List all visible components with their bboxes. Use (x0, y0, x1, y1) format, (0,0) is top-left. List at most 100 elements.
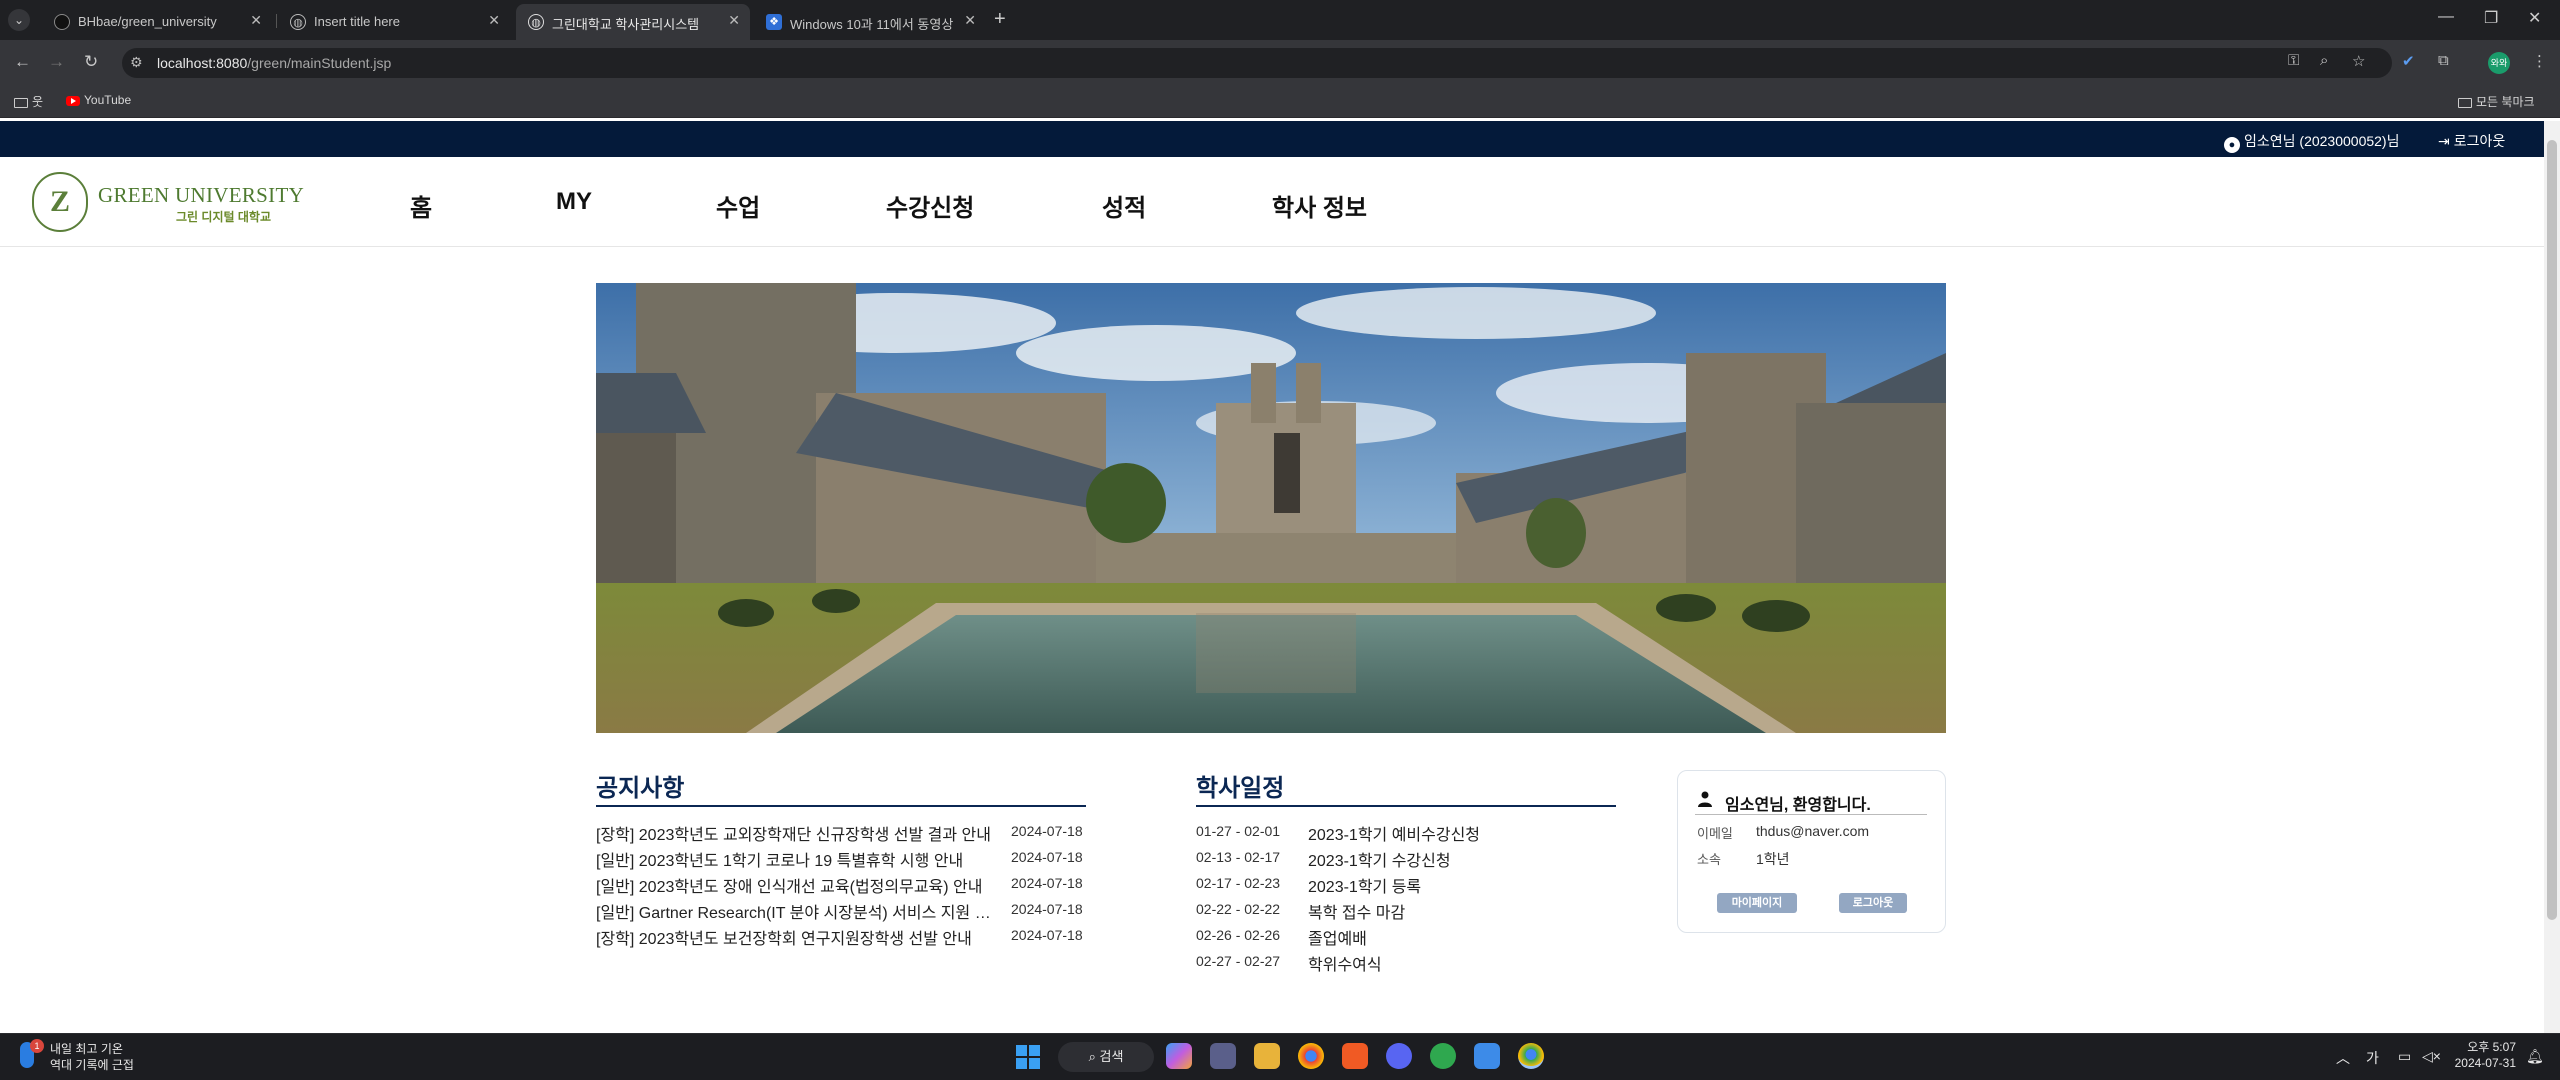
tab-title: Insert title here (314, 14, 400, 29)
department-label: 소속 (1697, 852, 1721, 867)
url-host: localhost:8080 (157, 55, 248, 71)
schedule-date-range: 02-17 - 02-23 (1196, 875, 1281, 891)
nav-home[interactable]: 홈 (410, 188, 432, 223)
notice-date: 2024-07-18 (1011, 849, 1083, 865)
bookmarks-bar (0, 84, 2560, 118)
windows-start-icon[interactable] (1016, 1045, 1040, 1069)
ime-indicator[interactable]: 가 (2366, 1048, 2379, 1068)
mypage-button[interactable]: 마이페이지 (1717, 893, 1797, 913)
logout-link[interactable]: ⇥ 로그아웃 (2438, 131, 2505, 151)
schedule-event: 2023-1학기 등록 (1308, 879, 1422, 896)
user-greeting: ● 임소연님 (2023000052)님 (2224, 131, 2399, 153)
chrome-active-icon[interactable] (1518, 1043, 1544, 1069)
nav-registration[interactable]: 수강신청 (886, 188, 974, 223)
extension-check-icon[interactable]: ✔ (2402, 52, 2415, 70)
reload-icon[interactable]: ↻ (84, 52, 98, 72)
taskbar-search[interactable]: ⌕ 검색 (1058, 1042, 1154, 1072)
all-bookmarks[interactable]: 모든 북마크 (2458, 93, 2535, 110)
notice-title[interactable]: [일반] Gartner Research(IT 분야 시장분석) 서비스 지원… (596, 899, 996, 923)
address-bar[interactable] (122, 48, 2392, 78)
browser-menu-icon[interactable]: ⋮ (2532, 52, 2547, 70)
notice-title[interactable]: [장학] 2023학년도 교외장학재단 신규장학생 선발 결과 안내 (596, 821, 996, 845)
notice-date: 2024-07-18 (1011, 901, 1083, 917)
restore-icon[interactable]: ❐ (2484, 8, 2498, 28)
password-key-icon[interactable]: ⚿ (2288, 52, 2299, 69)
bookmark-label: 웃 (32, 95, 44, 109)
back-icon[interactable]: ← (14, 52, 31, 72)
search-icon: ⌕ (1088, 1049, 1100, 1064)
person-icon (1698, 791, 1712, 807)
file-explorer-icon[interactable] (1254, 1043, 1280, 1069)
copilot-icon[interactable] (1166, 1043, 1192, 1069)
weather-line-2[interactable]: 역대 기록에 근접 (50, 1056, 134, 1073)
close-tab-icon[interactable]: ✕ (250, 12, 262, 29)
minimize-icon[interactable]: — (2438, 8, 2454, 26)
discord-icon[interactable] (1386, 1043, 1412, 1069)
notice-date: 2024-07-18 (1011, 927, 1083, 943)
schedule-date-range: 02-13 - 02-17 (1196, 849, 1281, 865)
university-logo-subtitle: 그린 디지털 대학교 (176, 210, 271, 224)
close-window-icon[interactable]: ✕ (2528, 8, 2541, 28)
app-icon[interactable] (1210, 1043, 1236, 1069)
brave-icon[interactable] (1342, 1043, 1368, 1069)
schedule-event: 복학 접수 마감 (1308, 905, 1406, 922)
nav-academic-info[interactable]: 학사 정보 (1272, 188, 1367, 223)
schedule-date-range: 01-27 - 02-01 (1196, 823, 1281, 839)
schedule-date-range: 02-26 - 02-26 (1196, 927, 1281, 943)
volume-muted-icon[interactable]: ◁× (2422, 1048, 2441, 1065)
tab-search-button[interactable]: ⌄ (8, 9, 30, 31)
all-bookmarks-label: 모든 북마크 (2476, 95, 2535, 109)
new-tab-icon[interactable]: + (994, 8, 1006, 31)
nav-my[interactable]: MY (556, 188, 592, 216)
scrollbar-thumb[interactable] (2547, 140, 2557, 920)
tab-green-university-system[interactable]: ◍ 그린대학교 학사관리시스템 ✕ (516, 4, 750, 40)
spring-tool-icon[interactable] (1430, 1043, 1456, 1069)
bookmark-youtube[interactable]: YouTube (66, 93, 131, 107)
taskbar-search-label: 검색 (1099, 1049, 1124, 1064)
weather-badge: 1 (30, 1039, 44, 1053)
notice-title[interactable]: [일반] 2023학년도 1학기 코로나 19 특별휴학 시행 안내 (596, 847, 996, 871)
close-tab-icon[interactable]: ✕ (488, 12, 500, 29)
bookmark-folder[interactable]: 웃 (14, 93, 43, 110)
notice-date: 2024-07-18 (1011, 875, 1083, 891)
notice-title[interactable]: [장학] 2023학년도 보건장학회 연구지원장학생 선발 안내 (596, 925, 996, 949)
notices-title[interactable]: 공지사항 (596, 768, 684, 803)
profile-logout-button[interactable]: 로그아웃 (1839, 893, 1907, 913)
user-greeting-text: 임소연님 (2023000052)님 (2244, 133, 2400, 149)
zoom-icon[interactable]: ⌕ (2320, 52, 2328, 69)
schedule-date-range: 02-22 - 02-22 (1196, 901, 1281, 917)
tray-overflow-chevron-icon[interactable]: ︿ (2336, 1048, 2350, 1068)
schedule-event: 학위수여식 (1308, 957, 1382, 974)
tab-insert-title-here[interactable]: ◍ Insert title here ✕ (278, 4, 510, 40)
schedule-title[interactable]: 학사일정 (1196, 768, 1284, 803)
email-label: 이메일 (1697, 826, 1733, 841)
notification-bell-icon[interactable]: 🔔︎ (2526, 1048, 2544, 1065)
site-info-icon[interactable]: ⚙ (130, 54, 143, 71)
extensions-puzzle-icon[interactable]: ⧉ (2438, 52, 2449, 69)
tab-windows-video[interactable]: ❖ Windows 10과 11에서 동영상 ✕ (754, 4, 986, 40)
tab-bhbae-green-university[interactable]: BHbae/green_university ✕ (42, 4, 272, 40)
windows-taskbar (0, 1033, 2560, 1080)
tab-title: 그린대학교 학사관리시스템 (552, 17, 700, 32)
schedule-event: 졸업예배 (1308, 931, 1367, 948)
notice-title[interactable]: [일반] 2023학년도 장애 인식개선 교육(법정의무교육) 안내 (596, 873, 996, 897)
forward-icon[interactable]: → (48, 52, 65, 72)
university-logo-text[interactable]: GREEN UNIVERSITY (98, 183, 304, 208)
nav-class[interactable]: 수업 (716, 188, 760, 223)
url-path: /green/mainStudent.jsp (247, 55, 392, 71)
university-logo-emblem[interactable]: Z (32, 172, 88, 232)
bookmark-star-icon[interactable]: ☆ (2352, 52, 2365, 70)
profile-avatar[interactable]: 와와 (2488, 52, 2510, 74)
url-text[interactable]: localhost:8080/green/mainStudent.jsp (157, 55, 391, 71)
tab-title: BHbae/green_university (78, 14, 217, 29)
weather-line-1[interactable]: 내일 최고 기온 (50, 1040, 123, 1057)
close-tab-icon[interactable]: ✕ (728, 12, 740, 29)
nav-grades[interactable]: 성적 (1102, 188, 1146, 223)
chrome-icon[interactable] (1298, 1043, 1324, 1069)
clock-time: 오후 5:07 (2467, 1040, 2516, 1054)
close-tab-icon[interactable]: ✕ (964, 12, 976, 29)
schedule-divider (1196, 805, 1616, 807)
notepad-icon[interactable] (1474, 1043, 1500, 1069)
system-clock[interactable]: 오후 5:07 2024-07-31 (2448, 1039, 2516, 1071)
network-icon[interactable]: ▭ (2398, 1048, 2411, 1065)
